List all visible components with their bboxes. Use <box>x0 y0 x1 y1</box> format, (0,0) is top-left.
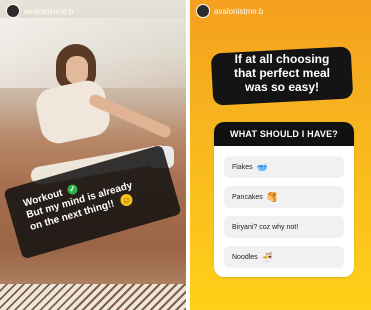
option-pancakes[interactable]: Pancakes 🥞 <box>224 186 344 208</box>
headline-line-1: If at all choosing <box>234 52 330 66</box>
question-title: WHAT SHOULD I HAVE? <box>214 122 354 146</box>
option-biryani[interactable]: Biryani? coz why not! <box>224 216 344 238</box>
noodles-emoji-icon: 🍜 <box>261 251 273 262</box>
question-sticker[interactable]: WHAT SHOULD I HAVE? Flakes 🥣 Pancakes 🥞 … <box>214 122 354 277</box>
story-right: avalonistme.b If at all choosing that pe… <box>190 0 371 310</box>
headline-line-2: that perfect meal <box>233 66 331 80</box>
profile-avatar[interactable] <box>6 4 20 18</box>
story-header-left: avalonistme.b <box>0 0 186 22</box>
headline-text: If at all choosing that perfect meal was… <box>212 52 352 94</box>
caption-sticker-left: Workout ✓ But my mind is already on the … <box>3 144 182 260</box>
headline-line-3: was so easy! <box>244 80 320 94</box>
option-noodles[interactable]: Noodles 🍜 <box>224 246 344 268</box>
torso-shape <box>32 77 114 147</box>
bowl-emoji-icon: 🥣 <box>256 161 268 172</box>
story-header-right: avalonistme.b <box>190 0 371 22</box>
option-label: Pancakes <box>232 193 263 201</box>
check-icon: ✓ <box>66 183 79 196</box>
option-label: Flakes <box>232 163 253 171</box>
smile-icon: ☺ <box>119 192 134 208</box>
option-label: Biryani? coz why not! <box>232 223 299 231</box>
rug-pattern <box>0 284 186 310</box>
option-label: Noodles <box>232 253 258 261</box>
profile-avatar[interactable] <box>196 4 210 18</box>
username-right[interactable]: avalonistme.b <box>214 7 263 16</box>
headline-sticker: If at all choosing that perfect meal was… <box>210 44 354 106</box>
option-flakes[interactable]: Flakes 🥣 <box>224 156 344 178</box>
username-left[interactable]: avalonistme.b <box>24 7 73 16</box>
question-options: Flakes 🥣 Pancakes 🥞 Biryani? coz why not… <box>214 146 354 277</box>
story-left: avalonistme.b Workout ✓ But my mind is a… <box>0 0 186 310</box>
pancakes-emoji-icon: 🥞 <box>266 191 278 202</box>
